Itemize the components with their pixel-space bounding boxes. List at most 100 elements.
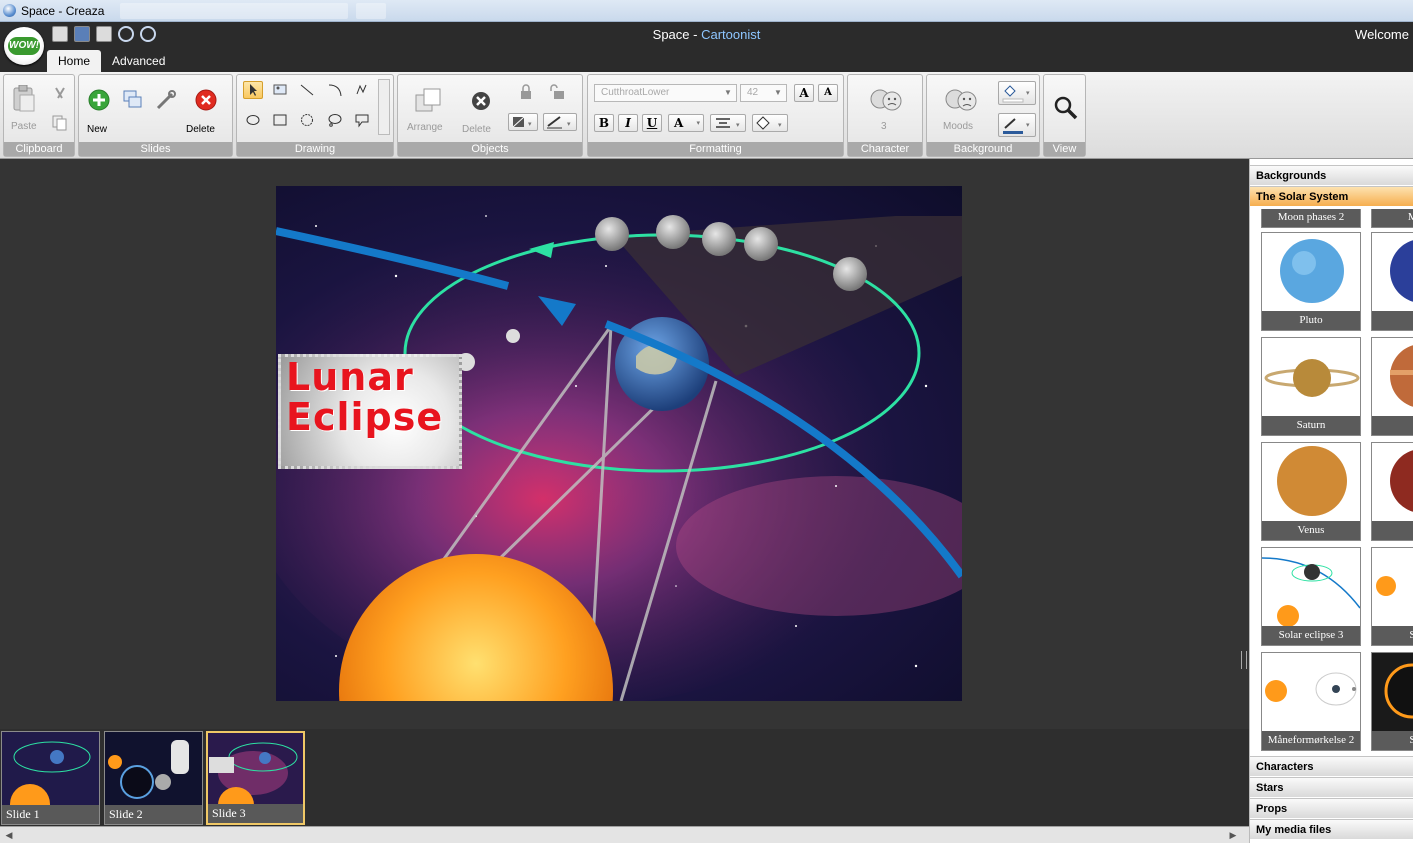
section-my-media-files[interactable]: My media files (1250, 819, 1413, 839)
blurred-tab-area (120, 3, 348, 19)
image-tool[interactable] (270, 81, 290, 99)
delete-slide-icon[interactable] (195, 89, 217, 111)
slide-thumbnail-1[interactable]: Slide 1 (1, 731, 100, 825)
grow-font-button[interactable]: A (794, 84, 814, 102)
library-item-label: Solar (1372, 731, 1413, 750)
title-line-2: Eclipse (286, 395, 444, 439)
group-clipboard-label: Clipboard (4, 142, 74, 156)
font-color-button[interactable]: A ▾ (668, 114, 704, 132)
section-characters[interactable]: Characters (1250, 756, 1413, 776)
line-style-button[interactable]: ▾ (543, 113, 577, 131)
scroll-left-icon[interactable]: ◀ (3, 829, 15, 841)
tab-home[interactable]: Home (47, 50, 102, 72)
library-item-moon[interactable]: Moon (1371, 209, 1413, 228)
character-faces-icon[interactable] (868, 87, 904, 113)
italic-button[interactable]: I (618, 114, 638, 132)
background-pen-icon: ▾ (1003, 118, 1030, 134)
group-objects-label: Objects (398, 142, 582, 156)
ribbon-tabs: Home Advanced (47, 50, 176, 72)
rectangle-tool[interactable] (270, 111, 290, 129)
arrange-icon[interactable] (414, 87, 444, 115)
edit-slide-icon[interactable] (155, 89, 177, 111)
lock-icon[interactable] (518, 84, 534, 100)
font-family-select[interactable]: CutthroatLower ▼ (594, 84, 737, 102)
font-color-label: A (674, 116, 684, 130)
slide-thumbnail-2[interactable]: Slide 2 (104, 731, 203, 825)
shrink-font-button[interactable]: A (818, 84, 838, 102)
delete-object-icon[interactable] (470, 90, 492, 112)
small-moon (506, 329, 520, 343)
horizontal-scrollbar[interactable]: ◀ ▶ (0, 826, 1249, 843)
copy-icon[interactable] (52, 115, 68, 131)
bold-label: B (598, 116, 610, 130)
font-size-select[interactable]: 42 ▼ (740, 84, 787, 102)
fill-object-button[interactable]: ▾ (508, 113, 538, 131)
select-tool[interactable] (243, 81, 263, 99)
ellipse-tool[interactable] (243, 111, 263, 129)
library-item-label: Solar (1372, 626, 1413, 645)
library-item-solar-eclipse-3[interactable]: Solar eclipse 3 (1261, 547, 1361, 646)
slide-canvas[interactable]: Lunar Eclipse (276, 186, 962, 701)
burst-tool[interactable] (297, 111, 317, 129)
group-character-label: Character (848, 142, 922, 156)
svg-text:▾: ▾ (528, 121, 532, 128)
library-grid: Moon phases 2 Moon Pluto Ne Saturn Ju (1250, 209, 1413, 755)
library-item-label: Måneformørkelse 2 (1262, 731, 1360, 750)
library-item-label: Venus (1262, 521, 1360, 540)
group-slides-label: Slides (79, 142, 232, 156)
fill-icon: ▾ (512, 116, 532, 128)
slide-3-label: Slide 3 (208, 804, 303, 823)
group-clipboard: Paste Clipboard (3, 74, 75, 157)
library-item-pluto[interactable]: Pluto (1261, 232, 1361, 331)
section-backgrounds[interactable]: Backgrounds (1250, 165, 1413, 185)
library-item-maneformorkelse-2[interactable]: Måneformørkelse 2 (1261, 652, 1361, 751)
slide-strip: Slide 1 Slide 2 Slide 3 (0, 729, 1249, 826)
group-slides: New Delete Slides (78, 74, 233, 157)
panel-splitter-handle[interactable] (1241, 651, 1247, 669)
bold-button[interactable]: B (594, 114, 614, 132)
library-item-label: Moon phases 2 (1262, 209, 1360, 227)
align-button[interactable]: ▾ (710, 114, 746, 132)
arc-tool[interactable] (325, 81, 345, 99)
slide-thumbnail-3[interactable]: Slide 3 (206, 731, 305, 825)
library-item-saturn[interactable]: Saturn (1261, 337, 1361, 436)
add-slide-icon[interactable] (88, 89, 110, 111)
library-item-mars[interactable]: M (1371, 442, 1413, 541)
freehand-tool[interactable] (352, 81, 372, 99)
drawing-gallery-scroll[interactable] (378, 79, 390, 135)
library-item-label: Solar eclipse 3 (1262, 626, 1360, 645)
moon-phase-5 (833, 257, 867, 291)
speech-bubble-tool[interactable] (352, 111, 372, 129)
unlock-icon[interactable] (548, 84, 570, 100)
section-props[interactable]: Props (1250, 798, 1413, 818)
duplicate-slide-icon[interactable] (122, 89, 144, 111)
library-item-jupiter[interactable]: Ju (1371, 337, 1413, 436)
thought-bubble-tool[interactable] (325, 111, 345, 129)
library-item-solar-2[interactable]: Solar (1371, 652, 1413, 751)
background-line-button[interactable]: ▾ (998, 113, 1036, 137)
section-stars[interactable]: Stars (1250, 777, 1413, 797)
new-slide-label: New (87, 124, 108, 135)
font-size-value: 42 (747, 87, 759, 98)
text-fill-button[interactable]: ▾ (752, 114, 788, 132)
section-solar-system[interactable]: The Solar System (1250, 186, 1413, 206)
magnifier-icon[interactable] (1053, 95, 1079, 121)
library-item-moon-phases-2[interactable]: Moon phases 2 (1261, 209, 1361, 228)
line-tool[interactable] (297, 81, 317, 99)
tab-advanced[interactable]: Advanced (101, 50, 176, 72)
background-fill-button[interactable]: ▾ (998, 81, 1036, 105)
blurred-tab-area-2 (356, 3, 386, 19)
group-view: View (1043, 74, 1086, 157)
underline-button[interactable]: U (642, 114, 662, 132)
app-window: Space - Creaza WOW! Space - Cartoonist W… (0, 0, 1413, 843)
scroll-right-icon[interactable]: ▶ (1227, 829, 1239, 841)
slide-1-label: Slide 1 (2, 805, 99, 824)
moods-faces-icon[interactable] (943, 87, 979, 113)
library-item-neptune[interactable]: Ne (1371, 232, 1413, 331)
library-item-solar[interactable]: Solar (1371, 547, 1413, 646)
library-item-venus[interactable]: Venus (1261, 442, 1361, 541)
paste-icon[interactable] (11, 85, 37, 113)
cut-icon[interactable] (52, 86, 68, 102)
lunar-eclipse-title-card[interactable]: Lunar Eclipse (278, 354, 462, 469)
line-icon (300, 84, 314, 96)
